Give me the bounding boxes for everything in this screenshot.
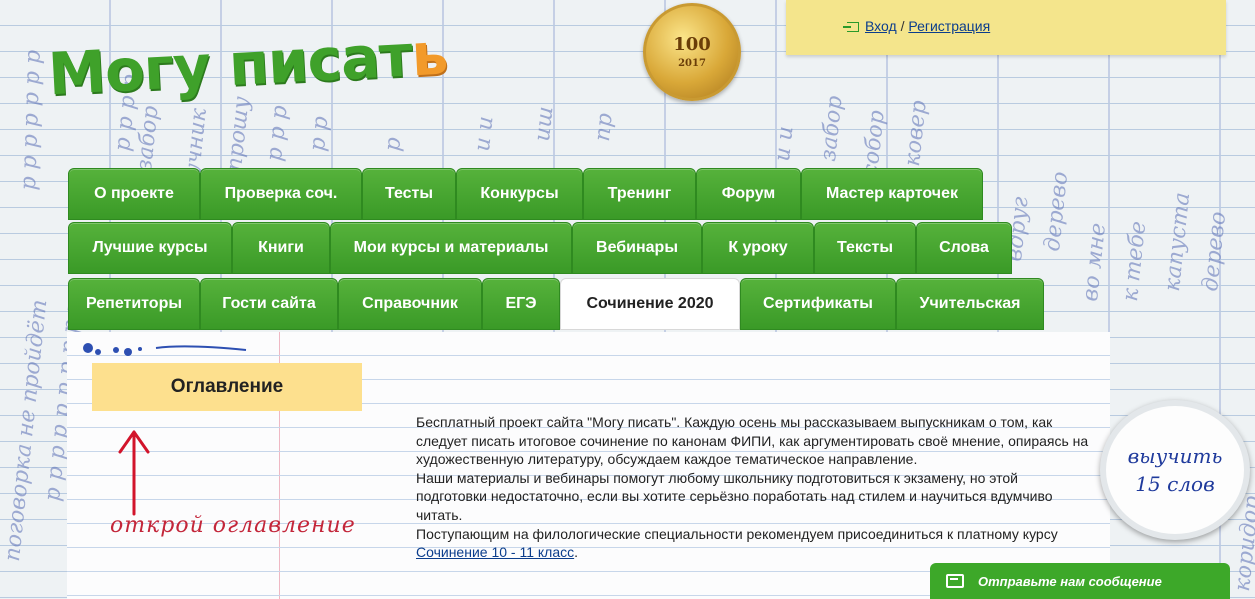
tab-teachers-room[interactable]: Учительская [896,278,1044,330]
register-link[interactable]: Регистрация [908,18,990,34]
tab-essay-2020[interactable]: Сочинение 2020 [560,278,740,330]
lead-paragraph-2: Наши материалы и вебинары помогут любому… [416,469,1053,523]
medal-number: 100 [673,33,711,55]
badge-line-1: выучить [1127,444,1223,468]
arrow-up-icon [118,430,150,516]
lead-paragraph-3: Поступающим на филологические специально… [416,525,1091,562]
tab-guests[interactable]: Гости сайта [200,278,338,330]
login-link[interactable]: Вход [865,18,897,34]
tab-tutors[interactable]: Репетиторы [68,278,200,330]
tab-texts[interactable]: Тексты [814,222,916,274]
tab-about[interactable]: О проекте [68,168,200,220]
tab-essay-check[interactable]: Проверка соч. [200,168,362,220]
award-medal: 100 2017 [643,3,741,101]
tab-contests[interactable]: Конкурсы [456,168,583,220]
tab-card-master[interactable]: Мастер карточек [801,168,983,220]
lead-paragraph-3-text: Поступающим на филологические специально… [416,525,1058,542]
medal-year: 2017 [678,57,706,69]
tab-my-courses[interactable]: Мои курсы и материалы [330,222,572,274]
nav-row-1: О проекте Проверка соч. Тесты Конкурсы Т… [68,168,983,220]
lead-text: Бесплатный проект сайта "Могу писать". К… [416,413,1091,562]
tab-webinars[interactable]: Вебинары [572,222,702,274]
chat-label: Отправьте нам сообщение [978,573,1162,589]
table-of-contents-button[interactable]: Оглавление [92,363,362,411]
tab-best-courses[interactable]: Лучшие курсы [68,222,232,274]
toc-hint: открой оглавление [110,513,356,538]
logo-text-accent: ь [409,19,449,90]
tab-books[interactable]: Книги [232,222,330,274]
auth-separator: / [900,18,905,34]
tab-training[interactable]: Тренинг [583,168,696,220]
tab-words[interactable]: Слова [916,222,1012,274]
site-logo[interactable]: Могу писать [46,20,448,109]
nav-row-3: Репетиторы Гости сайта Справочник ЕГЭ Со… [68,278,1044,330]
logo-text: Могу писат [46,21,414,109]
send-message-button[interactable]: Отправьте нам сообщение [930,563,1230,599]
link-suffix: . [574,544,579,561]
nav-row-2: Лучшие курсы Книги Мои курсы и материалы… [68,222,1012,274]
badge-line-2: 15 слов [1135,472,1215,496]
learn-words-badge[interactable]: выучить 15 слов [1100,400,1250,540]
tab-ege[interactable]: ЕГЭ [482,278,560,330]
tab-certificates[interactable]: Сертификаты [740,278,896,330]
tab-to-lesson[interactable]: К уроку [702,222,814,274]
chat-icon [946,574,964,588]
tab-forum[interactable]: Форум [696,168,801,220]
tab-tests[interactable]: Тесты [362,168,456,220]
login-icon [843,22,859,33]
tab-reference[interactable]: Справочник [338,278,482,330]
lead-paragraph-1: Бесплатный проект сайта "Могу писать". К… [416,414,1089,468]
course-link[interactable]: Сочинение 10 - 11 класс [416,544,574,560]
auth-links: Вход / Регистрация [843,18,990,34]
